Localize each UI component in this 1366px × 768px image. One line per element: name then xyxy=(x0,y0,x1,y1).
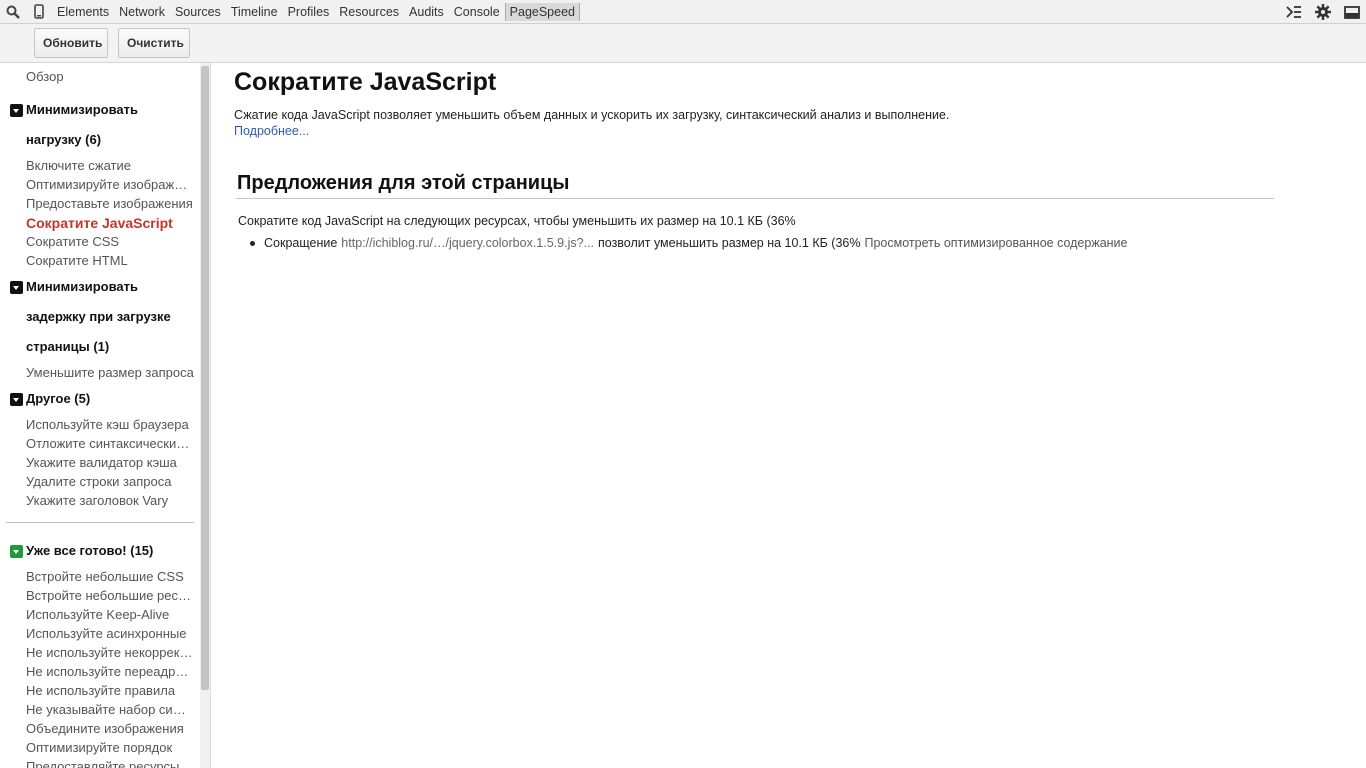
section-title: Предложения для этой страницы xyxy=(237,172,570,194)
learn-more-link[interactable]: Подробнее... xyxy=(234,124,309,138)
sidebar-item[interactable]: Оптимизируйте порядок xyxy=(26,739,194,757)
sidebar-item[interactable]: Удалите строки запроса xyxy=(26,473,194,491)
sidebar-item-overview[interactable]: Обзор xyxy=(26,68,194,86)
tab-resources[interactable]: Resources xyxy=(334,0,404,24)
sidebar-item[interactable]: Не указывайте набор символов xyxy=(26,701,194,719)
sidebar-item[interactable]: Предоставьте изображения xyxy=(26,195,194,213)
suggestion-summary: Сократите код JavaScript на следующих ре… xyxy=(238,214,796,228)
gear-icon[interactable] xyxy=(1308,0,1337,24)
tab-audits[interactable]: Audits xyxy=(404,0,449,24)
clear-button[interactable]: Очистить xyxy=(118,28,190,58)
sidebar-item[interactable]: Не используйте правила xyxy=(26,682,194,700)
tab-elements[interactable]: Elements xyxy=(52,0,114,24)
sidebar-item[interactable]: Укажите валидатор кэша xyxy=(26,454,194,472)
sidebar-item[interactable]: Включите сжатие xyxy=(26,157,194,175)
tab-network[interactable]: Network xyxy=(114,0,170,24)
page-title: Сократите JavaScript xyxy=(234,68,497,96)
collapse-triangle-icon[interactable] xyxy=(10,281,23,294)
sidebar-item[interactable]: Используйте Keep-Alive xyxy=(26,606,194,624)
bullet-icon xyxy=(250,240,255,246)
sidebar-item-minify-js-active[interactable]: Сократите JavaScript xyxy=(26,214,194,232)
console-drawer-icon[interactable] xyxy=(1279,0,1308,24)
device-mode-icon[interactable] xyxy=(26,0,52,24)
collapse-triangle-icon[interactable] xyxy=(10,393,23,406)
sidebar-item[interactable]: Предоставляйте ресурсы xyxy=(26,758,194,768)
tab-sources[interactable]: Sources xyxy=(170,0,226,24)
refresh-button[interactable]: Обновить xyxy=(34,28,108,58)
sidebar-item[interactable]: Оптимизируйте изображения xyxy=(26,176,194,194)
collapse-triangle-icon[interactable] xyxy=(10,545,23,558)
group-heading-minimize-delay-line3[interactable]: страницы (1) xyxy=(26,338,196,356)
dock-side-icon[interactable] xyxy=(1337,0,1366,24)
sidebar-item[interactable]: Сократите CSS xyxy=(26,233,194,251)
sidebar-item[interactable]: Не используйте некорректные xyxy=(26,644,194,662)
rules-sidebar: Обзор Минимизировать нагрузку (6) Включи… xyxy=(0,63,200,768)
sidebar-item[interactable]: Не используйте переадресацию xyxy=(26,663,194,681)
group-heading-minimize-payload-line2[interactable]: нагрузку (6) xyxy=(26,131,196,149)
section-divider xyxy=(236,198,1274,199)
devtools-tabbar: Elements Network Sources Timeline Profil… xyxy=(0,0,1366,24)
sidebar-item[interactable]: Встройте небольшие ресурсы xyxy=(26,587,194,605)
sidebar-item[interactable]: Встройте небольшие CSS xyxy=(26,568,194,586)
rule-details-panel: Сократите JavaScript Сжатие кода JavaScr… xyxy=(212,63,1366,768)
group-heading-minimize-payload[interactable]: Минимизировать xyxy=(26,101,196,119)
sidebar-item[interactable]: Уменьшите размер запроса xyxy=(26,364,194,382)
sidebar-divider xyxy=(6,522,194,523)
sidebar-item[interactable]: Отложите синтаксический анализ xyxy=(26,435,194,453)
view-optimized-link[interactable]: Просмотреть оптимизированное содержание xyxy=(864,236,1127,250)
sidebar-scrollbar-thumb[interactable] xyxy=(201,66,209,690)
tab-console[interactable]: Console xyxy=(449,0,505,24)
sidebar-item[interactable]: Укажите заголовок Vary xyxy=(26,492,194,510)
bullet-savings: позволит уменьшить размер на 10.1 КБ (36… xyxy=(597,236,861,250)
sidebar-item[interactable]: Используйте асинхронные xyxy=(26,625,194,643)
search-icon[interactable] xyxy=(0,0,26,24)
list-item: Сокращение http://ichiblog.ru/…/jquery.c… xyxy=(250,236,1128,250)
group-heading-minimize-delay-line2[interactable]: задержку при загрузке xyxy=(26,308,196,326)
tab-timeline[interactable]: Timeline xyxy=(226,0,283,24)
resource-url-link[interactable]: http://ichiblog.ru/…/jquery.colorbox.1.5… xyxy=(341,236,594,250)
sidebar-item[interactable]: Объедините изображения xyxy=(26,720,194,738)
group-heading-minimize-delay[interactable]: Минимизировать xyxy=(26,278,196,296)
pagespeed-toolbar: Обновить Очистить xyxy=(0,24,1366,63)
tab-profiles[interactable]: Profiles xyxy=(283,0,335,24)
sidebar-item[interactable]: Используйте кэш браузера xyxy=(26,416,194,434)
sidebar-item[interactable]: Сократите HTML xyxy=(26,252,194,270)
group-heading-all-done[interactable]: Уже все готово! (15) xyxy=(26,542,196,560)
rule-description: Сжатие кода JavaScript позволяет уменьши… xyxy=(234,108,950,122)
bullet-prefix: Сокращение xyxy=(264,236,338,250)
collapse-triangle-icon[interactable] xyxy=(10,104,23,117)
group-heading-other[interactable]: Другое (5) xyxy=(26,390,196,408)
tab-pagespeed[interactable]: PageSpeed xyxy=(504,2,580,21)
